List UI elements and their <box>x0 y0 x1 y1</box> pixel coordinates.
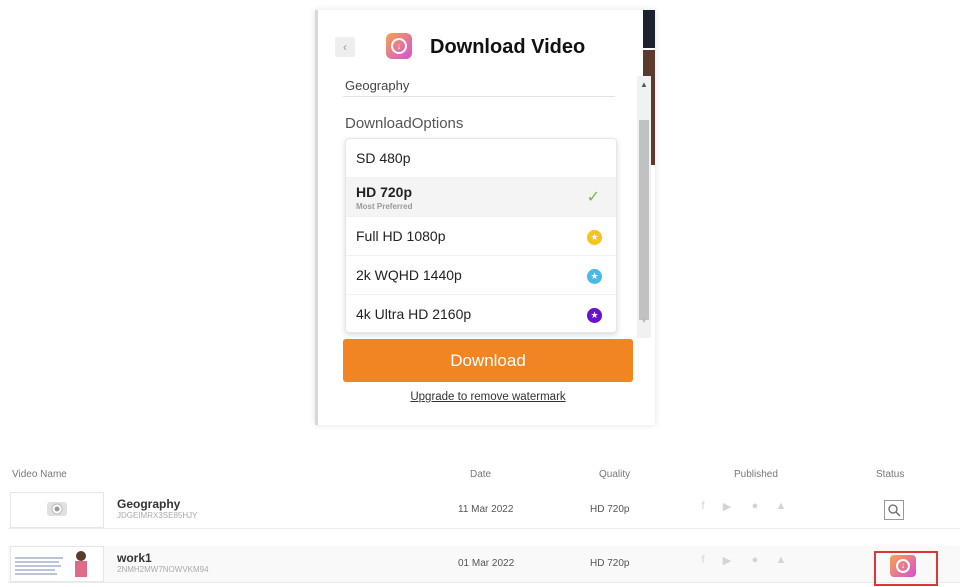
scrollbar-thumb[interactable] <box>639 120 649 320</box>
download-icon[interactable]: ↓ <box>890 555 916 577</box>
option-label: SD 480p <box>356 150 411 166</box>
option-sublabel: Most Preferred <box>356 202 413 211</box>
chevron-left-icon: ‹ <box>343 40 347 54</box>
quality-options-list: SD 480p HD 720p Most Preferred ✓ Full HD… <box>345 138 617 333</box>
column-video-name: Video Name <box>12 469 67 480</box>
panel-body: ‹ ↓ Download Video Geography DownloadOpt… <box>318 10 651 425</box>
divider <box>343 96 615 97</box>
option-label: HD 720p <box>356 184 413 200</box>
scroll-down-arrow-icon[interactable]: ▼ <box>637 316 651 326</box>
thumbnail-image <box>11 547 103 581</box>
video-code: 2NMH2MW7NOWVKM94 <box>117 565 209 574</box>
app-download-icon: ↓ <box>386 33 412 59</box>
column-date: Date <box>470 469 492 480</box>
option-sd-480p[interactable]: SD 480p <box>346 139 616 178</box>
video-title[interactable]: work1 <box>117 551 152 565</box>
column-quality: Quality <box>599 469 631 480</box>
download-options-label: DownloadOptions <box>345 115 464 132</box>
video-name-field[interactable]: Geography <box>345 78 409 93</box>
share-icon[interactable]: ▲ <box>774 500 788 514</box>
option-full-hd-1080p[interactable]: Full HD 1080p ★ <box>346 217 616 256</box>
twitter-icon[interactable]: ● <box>748 554 762 568</box>
video-thumbnail <box>10 546 104 582</box>
video-code: JDGEIMRX3SE85HJY <box>117 511 198 520</box>
video-date: 11 Mar 2022 <box>458 504 514 515</box>
option-label: 2k WQHD 1440p <box>356 267 462 283</box>
back-button[interactable]: ‹ <box>335 37 355 57</box>
star-icon: ★ <box>587 269 602 284</box>
camera-icon <box>47 502 67 516</box>
star-icon: ★ <box>587 308 602 323</box>
video-thumbnail <box>10 492 104 528</box>
panel-title: Download Video <box>430 36 586 58</box>
option-label: 4k Ultra HD 2160p <box>356 306 472 322</box>
video-quality: HD 720p <box>590 504 630 515</box>
youtube-icon[interactable]: ▶ <box>720 500 734 514</box>
option-4k-ultra-hd-2160p[interactable]: 4k Ultra HD 2160p ★ <box>346 295 616 332</box>
column-published: Published <box>734 469 778 480</box>
option-2k-wqhd-1440p[interactable]: 2k WQHD 1440p ★ <box>346 256 616 295</box>
video-date: 01 Mar 2022 <box>458 558 515 569</box>
checkmark-icon: ✓ <box>586 189 600 206</box>
table-row[interactable]: work1 2NMH2MW7NOWVKM94 01 Mar 2022 HD 72… <box>8 546 960 586</box>
share-icon[interactable]: ▲ <box>774 554 788 568</box>
video-quality: HD 720p <box>590 558 630 569</box>
upgrade-link[interactable]: Upgrade to remove watermark <box>318 391 655 403</box>
option-label: Full HD 1080p <box>356 228 446 244</box>
star-icon: ★ <box>587 230 602 245</box>
download-button[interactable]: Download <box>343 339 633 382</box>
scroll-up-arrow-icon[interactable]: ▲ <box>637 80 651 90</box>
column-status: Status <box>876 469 905 480</box>
table-row[interactable]: Geography JDGEIMRX3SE85HJY 11 Mar 2022 H… <box>8 492 960 529</box>
video-title[interactable]: Geography <box>117 497 180 511</box>
facebook-icon[interactable]: f <box>696 554 710 568</box>
facebook-icon[interactable]: f <box>696 500 710 514</box>
table-header: Video Name Date Quality Published Status <box>0 463 960 487</box>
download-video-panel: ‹ ↓ Download Video Geography DownloadOpt… <box>315 10 655 425</box>
option-hd-720p[interactable]: HD 720p Most Preferred ✓ <box>346 178 616 217</box>
search-icon[interactable] <box>884 500 904 520</box>
youtube-icon[interactable]: ▶ <box>720 554 734 568</box>
twitter-icon[interactable]: ● <box>748 500 762 514</box>
